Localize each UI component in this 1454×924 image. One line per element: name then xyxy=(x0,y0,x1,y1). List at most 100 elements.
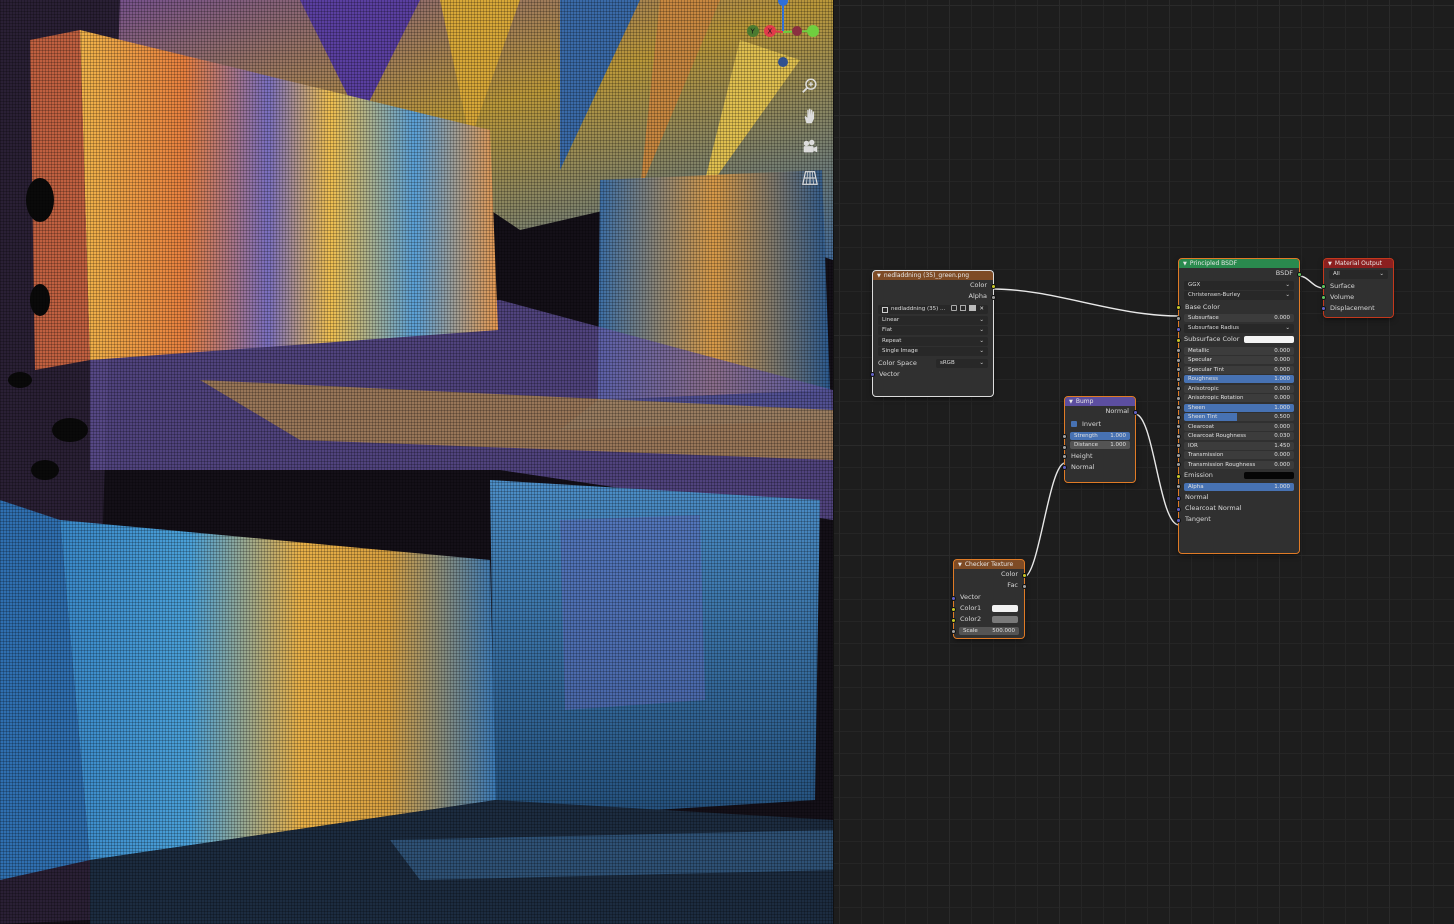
output-alpha-socket[interactable] xyxy=(991,294,996,300)
clearcoat-roughness-socket[interactable] xyxy=(1176,433,1181,439)
tangent-socket[interactable] xyxy=(1176,517,1181,523)
sheen-tint-field[interactable]: Sheen Tint 0.500 xyxy=(1176,413,1294,421)
collapse-icon[interactable]: ▼ xyxy=(877,272,881,280)
collapse-icon[interactable]: ▼ xyxy=(958,561,962,569)
image-texture-node[interactable]: ▼ nedladdning (35)_green.png Color Alpha … xyxy=(870,270,996,397)
emission-socket[interactable] xyxy=(1176,473,1181,479)
bump-header[interactable]: ▼ Bump xyxy=(1065,397,1135,406)
sheen-field[interactable]: Sheen 1.000 xyxy=(1176,403,1294,412)
subsurface-radius-field[interactable]: Subsurface Radius ⌄ xyxy=(1184,323,1294,333)
metallic-field[interactable]: Metallic 0.000 xyxy=(1176,346,1294,355)
subsurface-method-dropdown[interactable]: Christensen-Burley ⌄ xyxy=(1184,291,1294,300)
input-vector-socket[interactable] xyxy=(870,372,875,377)
checker-output-color-socket[interactable] xyxy=(1022,572,1027,578)
extension-dropdown[interactable]: Repeat ⌄ xyxy=(878,336,988,346)
distance-field[interactable]: Distance 1.000 xyxy=(1070,441,1130,449)
close-icon[interactable]: ✕ xyxy=(979,305,984,314)
clearcoat-socket[interactable] xyxy=(1176,424,1181,429)
material-output-header[interactable]: ▼ Material Output xyxy=(1324,259,1393,268)
specular-tint-field[interactable]: Specular Tint 0.000 xyxy=(1176,365,1294,374)
distance-socket[interactable] xyxy=(1062,444,1067,450)
image-browse-icon[interactable] xyxy=(882,306,888,313)
bump-normal-input-socket[interactable] xyxy=(1062,465,1067,470)
roughness-field[interactable]: Roughness 1.000 xyxy=(1176,375,1294,383)
material-output-node[interactable]: ▼ Material Output All ⌄ Surface Volume Dis… xyxy=(1321,258,1394,318)
transmission-roughness-field[interactable]: Transmission Roughness 0.000 xyxy=(1176,460,1294,469)
color2-swatch[interactable] xyxy=(992,616,1018,623)
displacement-socket[interactable] xyxy=(1321,306,1326,311)
image-selector[interactable]: nedladdning (35) ... ✕ xyxy=(878,305,988,314)
bump-node[interactable]: ▼ Bump Normal Invert Strength 1.000 Distan… xyxy=(1062,396,1138,483)
subsurface-radius-socket[interactable] xyxy=(1176,327,1181,332)
collapse-icon[interactable]: ▼ xyxy=(1183,260,1187,268)
anisotropic-socket[interactable] xyxy=(1176,386,1181,391)
collapse-icon[interactable]: ▼ xyxy=(1069,398,1073,406)
specular-field[interactable]: Specular 0.000 xyxy=(1176,356,1294,364)
anisotropic-field[interactable]: Anisotropic 0.000 xyxy=(1176,384,1294,393)
transmission-roughness-socket[interactable] xyxy=(1176,462,1181,467)
checker-vector-socket[interactable] xyxy=(951,595,956,601)
alpha-field[interactable]: Alpha 1.000 xyxy=(1176,482,1294,491)
distribution-dropdown[interactable]: GGX ⌄ xyxy=(1184,280,1294,290)
projection-dropdown[interactable]: Flat ⌄ xyxy=(878,326,988,335)
image-texture-header[interactable]: ▼ nedladdning (35)_green.png xyxy=(873,271,993,280)
fake-user-icon[interactable] xyxy=(951,305,958,311)
specular-socket[interactable] xyxy=(1176,357,1181,363)
principled-header[interactable]: ▼ Principled BSDF xyxy=(1179,259,1299,268)
open-folder-icon[interactable] xyxy=(969,305,977,311)
subsurface-socket[interactable] xyxy=(1176,316,1181,321)
subsurface-field[interactable]: Subsurface 0.000 xyxy=(1184,314,1294,322)
ior-socket[interactable] xyxy=(1176,443,1181,448)
zoom-icon[interactable] xyxy=(796,72,824,100)
source-dropdown[interactable]: Single Image ⌄ xyxy=(878,347,988,356)
color1-swatch[interactable] xyxy=(992,605,1018,612)
invert-checkbox[interactable] xyxy=(1071,421,1077,427)
metallic-socket[interactable] xyxy=(1176,348,1181,353)
color1-socket[interactable] xyxy=(951,606,956,612)
clearcoat-normal-socket[interactable] xyxy=(1176,506,1181,512)
checker-header[interactable]: ▼ Checker Texture xyxy=(954,560,1024,569)
invert-row[interactable]: Invert xyxy=(1065,419,1135,430)
principled-bsdf-node[interactable]: ▼ Principled BSDF BSDF GGX ⌄ Christensen-B… xyxy=(1176,258,1302,554)
surface-socket[interactable] xyxy=(1321,284,1326,289)
roughness-socket[interactable] xyxy=(1176,376,1181,382)
alpha-socket[interactable] xyxy=(1176,484,1181,489)
base-color-socket[interactable] xyxy=(1176,305,1181,310)
ior-field[interactable]: IOR 1.450 xyxy=(1176,441,1294,450)
ortho-grid-icon[interactable] xyxy=(796,164,824,192)
color2-socket[interactable] xyxy=(951,617,956,623)
transmission-field[interactable]: Transmission 0.000 xyxy=(1176,451,1294,459)
checker-texture-node[interactable]: ▼ Checker Texture Color Fac Vector Color1… xyxy=(951,559,1027,639)
subsurface-color-socket[interactable] xyxy=(1176,337,1181,343)
specular-tint-socket[interactable] xyxy=(1176,367,1181,372)
interpolation-dropdown[interactable]: Linear ⌄ xyxy=(878,315,988,325)
scale-socket[interactable] xyxy=(951,628,956,634)
target-dropdown[interactable]: All ⌄ xyxy=(1329,270,1388,279)
output-color-socket[interactable] xyxy=(991,283,996,289)
duplicate-icon[interactable] xyxy=(960,305,967,311)
color-space-dropdown[interactable]: sRGB ⌄ xyxy=(936,358,988,368)
camera-icon[interactable] xyxy=(796,133,824,161)
height-socket[interactable] xyxy=(1062,454,1067,459)
bump-output-normal-socket[interactable] xyxy=(1133,409,1138,415)
axis-gizmo[interactable]: Y X xyxy=(740,0,830,70)
subsurface-color-swatch[interactable] xyxy=(1244,336,1294,343)
checker-output-fac-socket[interactable] xyxy=(1022,583,1027,589)
collapse-icon[interactable]: ▼ xyxy=(1328,260,1332,268)
transmission-socket[interactable] xyxy=(1176,452,1181,458)
volume-socket[interactable] xyxy=(1321,295,1326,300)
bsdf-output-socket[interactable] xyxy=(1297,271,1302,277)
sheen-socket[interactable] xyxy=(1176,405,1181,410)
pan-hand-icon[interactable] xyxy=(796,102,824,130)
strength-socket[interactable] xyxy=(1062,433,1067,439)
strength-field[interactable]: Strength 1.000 xyxy=(1070,431,1130,440)
sheen-tint-socket[interactable] xyxy=(1176,414,1181,420)
clearcoat-field[interactable]: Clearcoat 0.000 xyxy=(1176,422,1294,431)
emission-swatch[interactable] xyxy=(1244,472,1294,479)
normal-input-socket[interactable] xyxy=(1176,495,1181,501)
anisotropic-rotation-socket[interactable] xyxy=(1176,395,1181,401)
3d-viewport[interactable]: Y X xyxy=(0,0,833,924)
scale-field[interactable]: Scale 500.000 xyxy=(959,626,1019,635)
shader-node-editor[interactable]: ▼ nedladdning (35)_green.png Color Alpha … xyxy=(833,0,1454,924)
clearcoat-roughness-field[interactable]: Clearcoat Roughness 0.030 xyxy=(1176,432,1294,440)
